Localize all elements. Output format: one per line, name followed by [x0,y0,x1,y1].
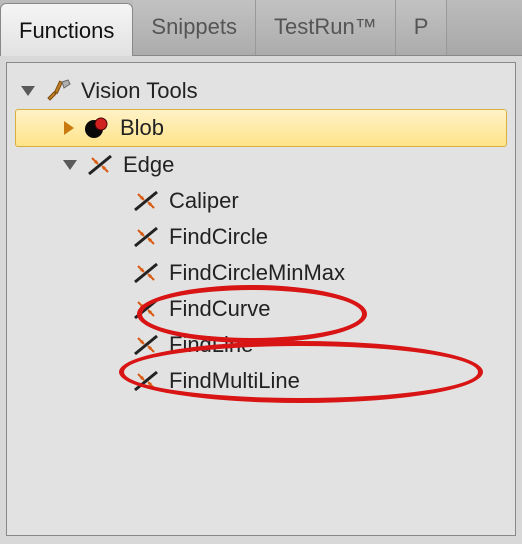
expand-toggle-icon[interactable] [63,160,77,170]
edge-icon [131,187,161,215]
tree-label: Blob [120,115,164,141]
tree-node-findline[interactable]: FindLine [11,327,511,363]
edge-icon [131,223,161,251]
tree-node-findcircle[interactable]: FindCircle [11,219,511,255]
tree-label: FindCircle [169,224,268,250]
blob-icon [82,114,112,142]
tab-label: Functions [19,18,114,43]
tree-label: FindLine [169,332,253,358]
edge-icon [131,331,161,359]
tab-functions[interactable]: Functions [0,3,133,56]
tab-strip: Functions Snippets TestRun™ P [0,0,522,56]
tree-panel: Vision Tools Blob Edge [6,62,516,536]
tab-label: Snippets [151,14,237,39]
tree-node-vision-tools[interactable]: Vision Tools [11,73,511,109]
tree-node-findcurve[interactable]: FindCurve [11,291,511,327]
tree-label: Caliper [169,188,239,214]
tree-node-blob[interactable]: Blob [15,109,507,147]
tree-label: Vision Tools [81,78,198,104]
expand-toggle-icon[interactable] [64,121,74,135]
tab-partial[interactable]: P [396,0,448,55]
tab-snippets[interactable]: Snippets [133,0,256,55]
tree-label: FindMultiLine [169,368,300,394]
tools-icon [43,77,73,105]
tab-label: P [414,14,429,39]
tree-label: FindCurve [169,296,270,322]
tree-node-findmultiline[interactable]: FindMultiLine [11,363,511,399]
expand-toggle-icon[interactable] [21,86,35,96]
tree-node-edge[interactable]: Edge [11,147,511,183]
edge-icon [131,367,161,395]
tab-testrun[interactable]: TestRun™ [256,0,396,55]
edge-icon [131,295,161,323]
tree-node-caliper[interactable]: Caliper [11,183,511,219]
tab-label: TestRun™ [274,14,377,39]
tree-node-findcircleminmax[interactable]: FindCircleMinMax [11,255,511,291]
tree-label: FindCircleMinMax [169,260,345,286]
tree-label: Edge [123,152,174,178]
edge-icon [85,151,115,179]
edge-icon [131,259,161,287]
